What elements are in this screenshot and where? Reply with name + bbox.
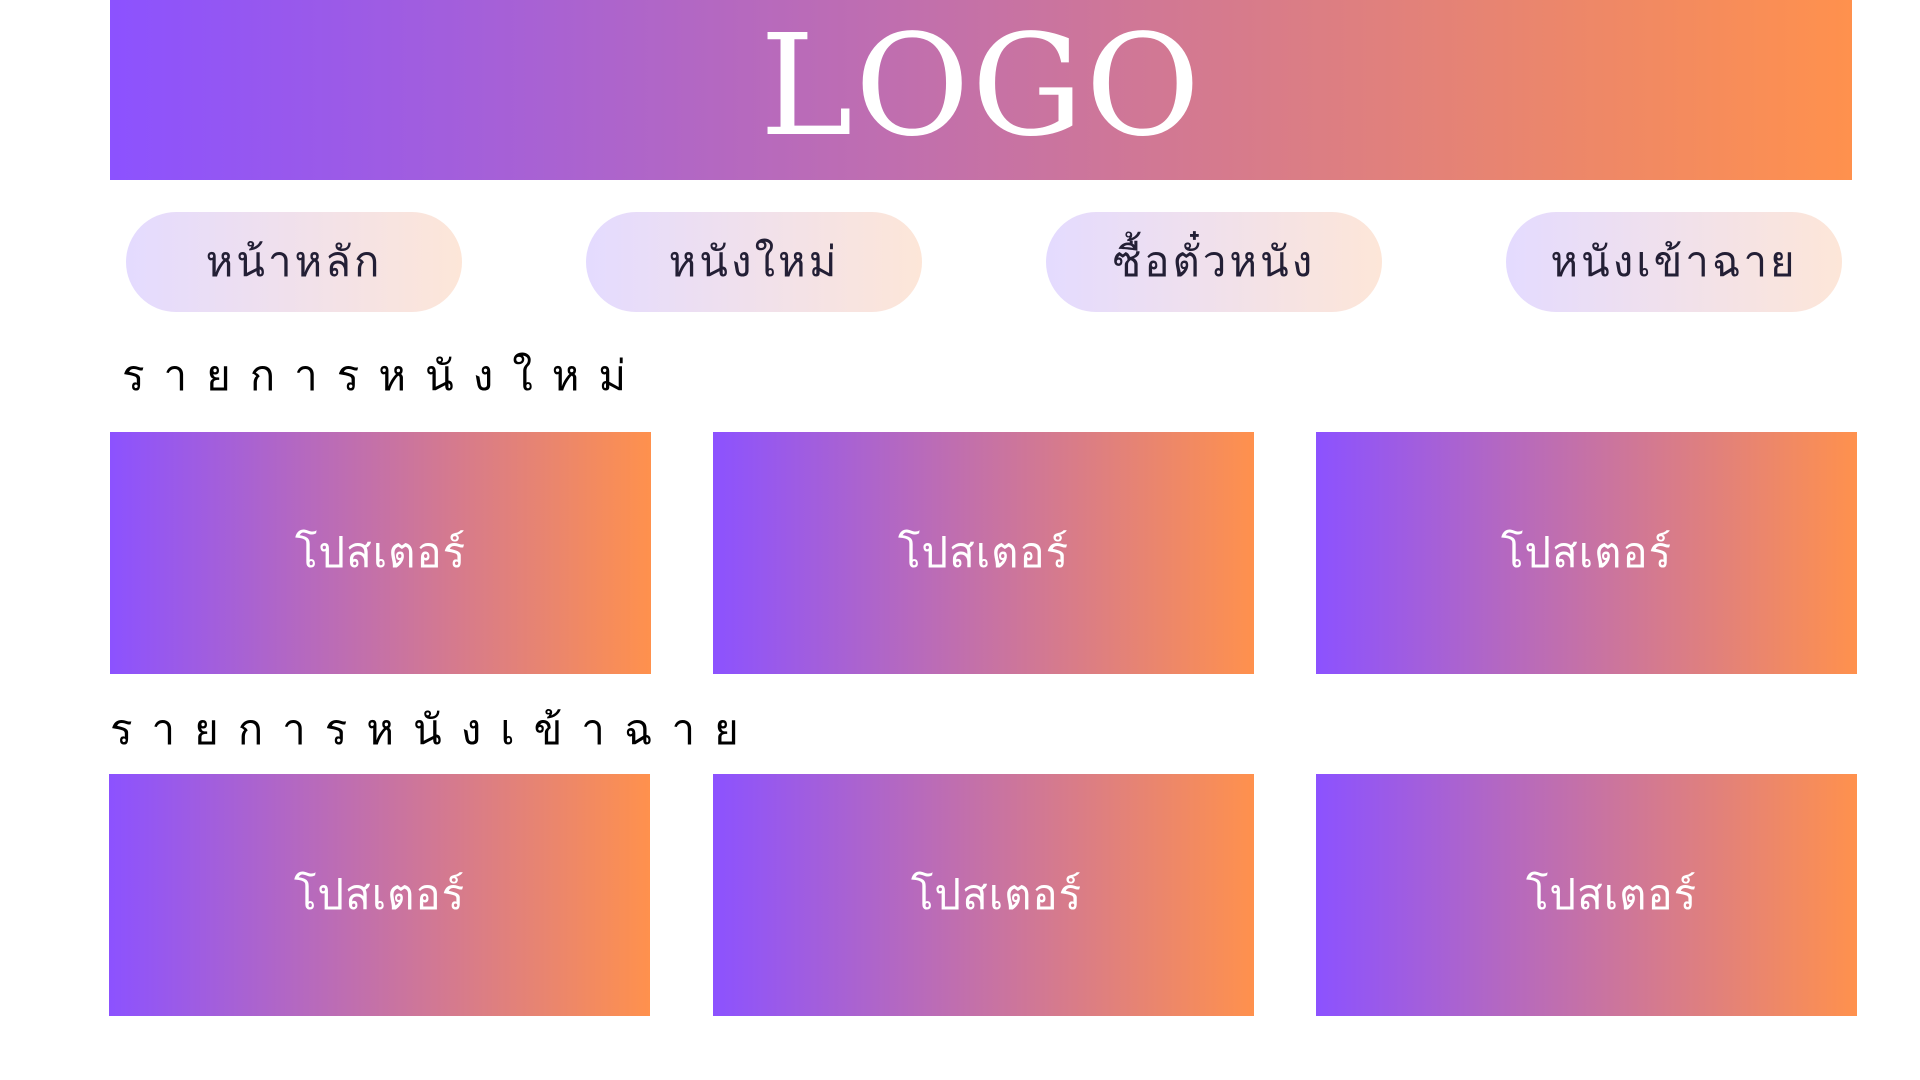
now-showing-poster-3[interactable]: โปสเตอร์ bbox=[1316, 774, 1857, 1016]
poster-label: โปสเตอร์ bbox=[1500, 528, 1673, 577]
poster-label: โปสเตอร์ bbox=[1525, 870, 1698, 919]
poster-label: โปสเตอร์ bbox=[897, 528, 1070, 577]
nav-buy-tickets-label: ซื้อตั๋วหนัง bbox=[1112, 237, 1316, 286]
now-showing-poster-1[interactable]: โปสเตอร์ bbox=[109, 774, 650, 1016]
new-movie-poster-1[interactable]: โปสเตอร์ bbox=[110, 432, 651, 674]
nav-now-showing-label: หนังเข้าฉาย bbox=[1550, 237, 1798, 286]
poster-label: โปสเตอร์ bbox=[293, 870, 466, 919]
new-movies-title: รายการหนังใหม่ bbox=[122, 351, 646, 400]
poster-label: โปสเตอร์ bbox=[294, 528, 467, 577]
nav-new-movies-label: หนังใหม่ bbox=[668, 237, 840, 286]
nav-home-label: หน้าหลัก bbox=[205, 237, 383, 286]
new-movie-poster-3[interactable]: โปสเตอร์ bbox=[1316, 432, 1857, 674]
poster-label: โปสเตอร์ bbox=[910, 870, 1083, 919]
now-showing-title: รายการหนังเข้าฉาย bbox=[110, 705, 758, 754]
nav-home-button[interactable]: หน้าหลัก bbox=[126, 212, 462, 312]
nav-buy-tickets-button[interactable]: ซื้อตั๋วหนัง bbox=[1046, 212, 1382, 312]
header-banner: LOGO bbox=[110, 0, 1852, 180]
logo[interactable]: LOGO bbox=[760, 17, 1202, 157]
nav-new-movies-button[interactable]: หนังใหม่ bbox=[586, 212, 922, 312]
nav-now-showing-button[interactable]: หนังเข้าฉาย bbox=[1506, 212, 1842, 312]
now-showing-poster-2[interactable]: โปสเตอร์ bbox=[713, 774, 1254, 1016]
new-movie-poster-2[interactable]: โปสเตอร์ bbox=[713, 432, 1254, 674]
